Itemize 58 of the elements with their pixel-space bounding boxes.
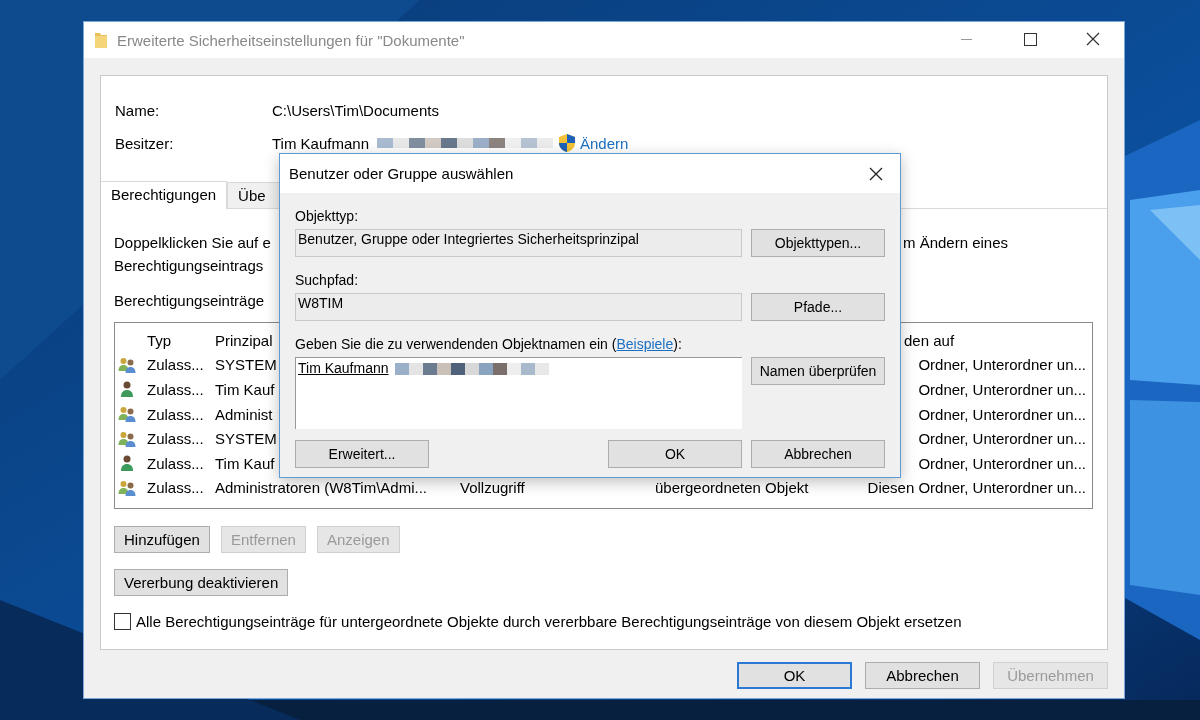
- examples-link[interactable]: Beispiele: [616, 336, 674, 352]
- dialog-button[interactable]: OK: [737, 662, 852, 689]
- dialog-button[interactable]: Abbrechen: [865, 662, 980, 689]
- table-cell: Administ: [215, 405, 273, 423]
- object-names-field[interactable]: Tim Kaufmann: [295, 357, 742, 429]
- permissions-tab[interactable]: Berechtigungen: [101, 181, 228, 209]
- replace-checkbox[interactable]: [114, 613, 131, 630]
- disable-inheritance-button[interactable]: Vererbung deaktivieren: [114, 569, 289, 596]
- table-cell: Ordner, Unterordner un...: [918, 454, 1086, 472]
- change-owner-link[interactable]: Ändern: [580, 134, 629, 152]
- name-label: Name:: [115, 101, 161, 119]
- description-text: Berechtigungseintrags: [114, 256, 265, 276]
- table-cell: Ordner, Unterordner un...: [918, 430, 1086, 448]
- field-label: Geben Sie die zu verwendenden Objektnamen ein (Beispiele):: [295, 336, 683, 353]
- name-value: C:\Users\Tim\Documents: [272, 101, 439, 119]
- close-button[interactable]: [868, 165, 884, 182]
- field-label: Suchpfad:: [295, 272, 360, 289]
- column-header[interactable]: Prinzipal: [215, 331, 273, 349]
- dialog-title: Benutzer oder Gruppe auswählen: [289, 165, 515, 182]
- table-cell: Tim Kauf: [215, 454, 275, 472]
- object-types-button[interactable]: Objekttypen...: [751, 229, 885, 257]
- table-cell: Administratoren (W8Tim\Admi...: [215, 479, 427, 497]
- table-cell: Ordner, Unterordner un...: [918, 356, 1086, 374]
- checkbox-label: Alle Berechtigungseinträge für untergeordnete Objekte durch vererbbare Berechtigungseinträge von diesem Objekt ersetzen: [136, 613, 962, 630]
- table-cell: übergeordneten Objekt: [655, 479, 809, 497]
- object-type-field: Benutzer, Gruppe oder Integriertes Sicherheitsprinzipal: [295, 229, 742, 257]
- description-text: m Ändern eines: [903, 233, 1009, 253]
- column-header[interactable]: den auf: [904, 331, 955, 349]
- table-cell: Vollzugriff: [460, 479, 525, 497]
- window-title: Erweiterte Sicherheitseinstellungen für "Dokumente": [117, 31, 465, 49]
- table-cell: Zulass...: [147, 356, 204, 374]
- entries-label: Berechtigungseinträge: [114, 291, 265, 311]
- shield-icon: [557, 133, 577, 153]
- check-names-button[interactable]: Namen überprüfen: [751, 357, 885, 385]
- search-path-field: W8TIM: [295, 293, 742, 321]
- description-text: Doppelklicken Sie auf e: [114, 233, 271, 253]
- table-cell: Ordner, Unterordner un...: [918, 381, 1086, 398]
- table-cell: Diesen Ordner, Unterordner un...: [867, 479, 1086, 497]
- paths-button[interactable]: Pfade...: [751, 293, 885, 321]
- table-cell: Zulass...: [147, 454, 204, 472]
- column-header[interactable]: Typ: [147, 331, 172, 349]
- field-label: Objekttyp:: [295, 208, 360, 225]
- table-cell: Zulass...: [147, 430, 204, 448]
- advanced-button[interactable]: Erweitert...: [295, 440, 429, 468]
- owner-label: Besitzer:: [115, 134, 175, 152]
- folder-icon: [94, 31, 108, 49]
- table-cell: Tim Kauf: [215, 381, 275, 398]
- table-cell: Zulass...: [147, 381, 204, 398]
- entry-button[interactable]: Hinzufügen: [114, 526, 210, 553]
- object-name-text: Tim Kaufmann: [298, 360, 389, 376]
- cancel-button[interactable]: Abbrechen: [751, 440, 885, 468]
- owner-value: Tim Kaufmann: [272, 134, 369, 152]
- table-cell: SYSTEM: [215, 430, 277, 448]
- table-cell: SYSTEM: [215, 356, 277, 374]
- table-cell: Zulass...: [147, 479, 204, 497]
- ok-button[interactable]: OK: [608, 440, 742, 468]
- table-cell: Zulass...: [147, 405, 204, 423]
- table-cell: Ordner, Unterordner un...: [918, 405, 1086, 423]
